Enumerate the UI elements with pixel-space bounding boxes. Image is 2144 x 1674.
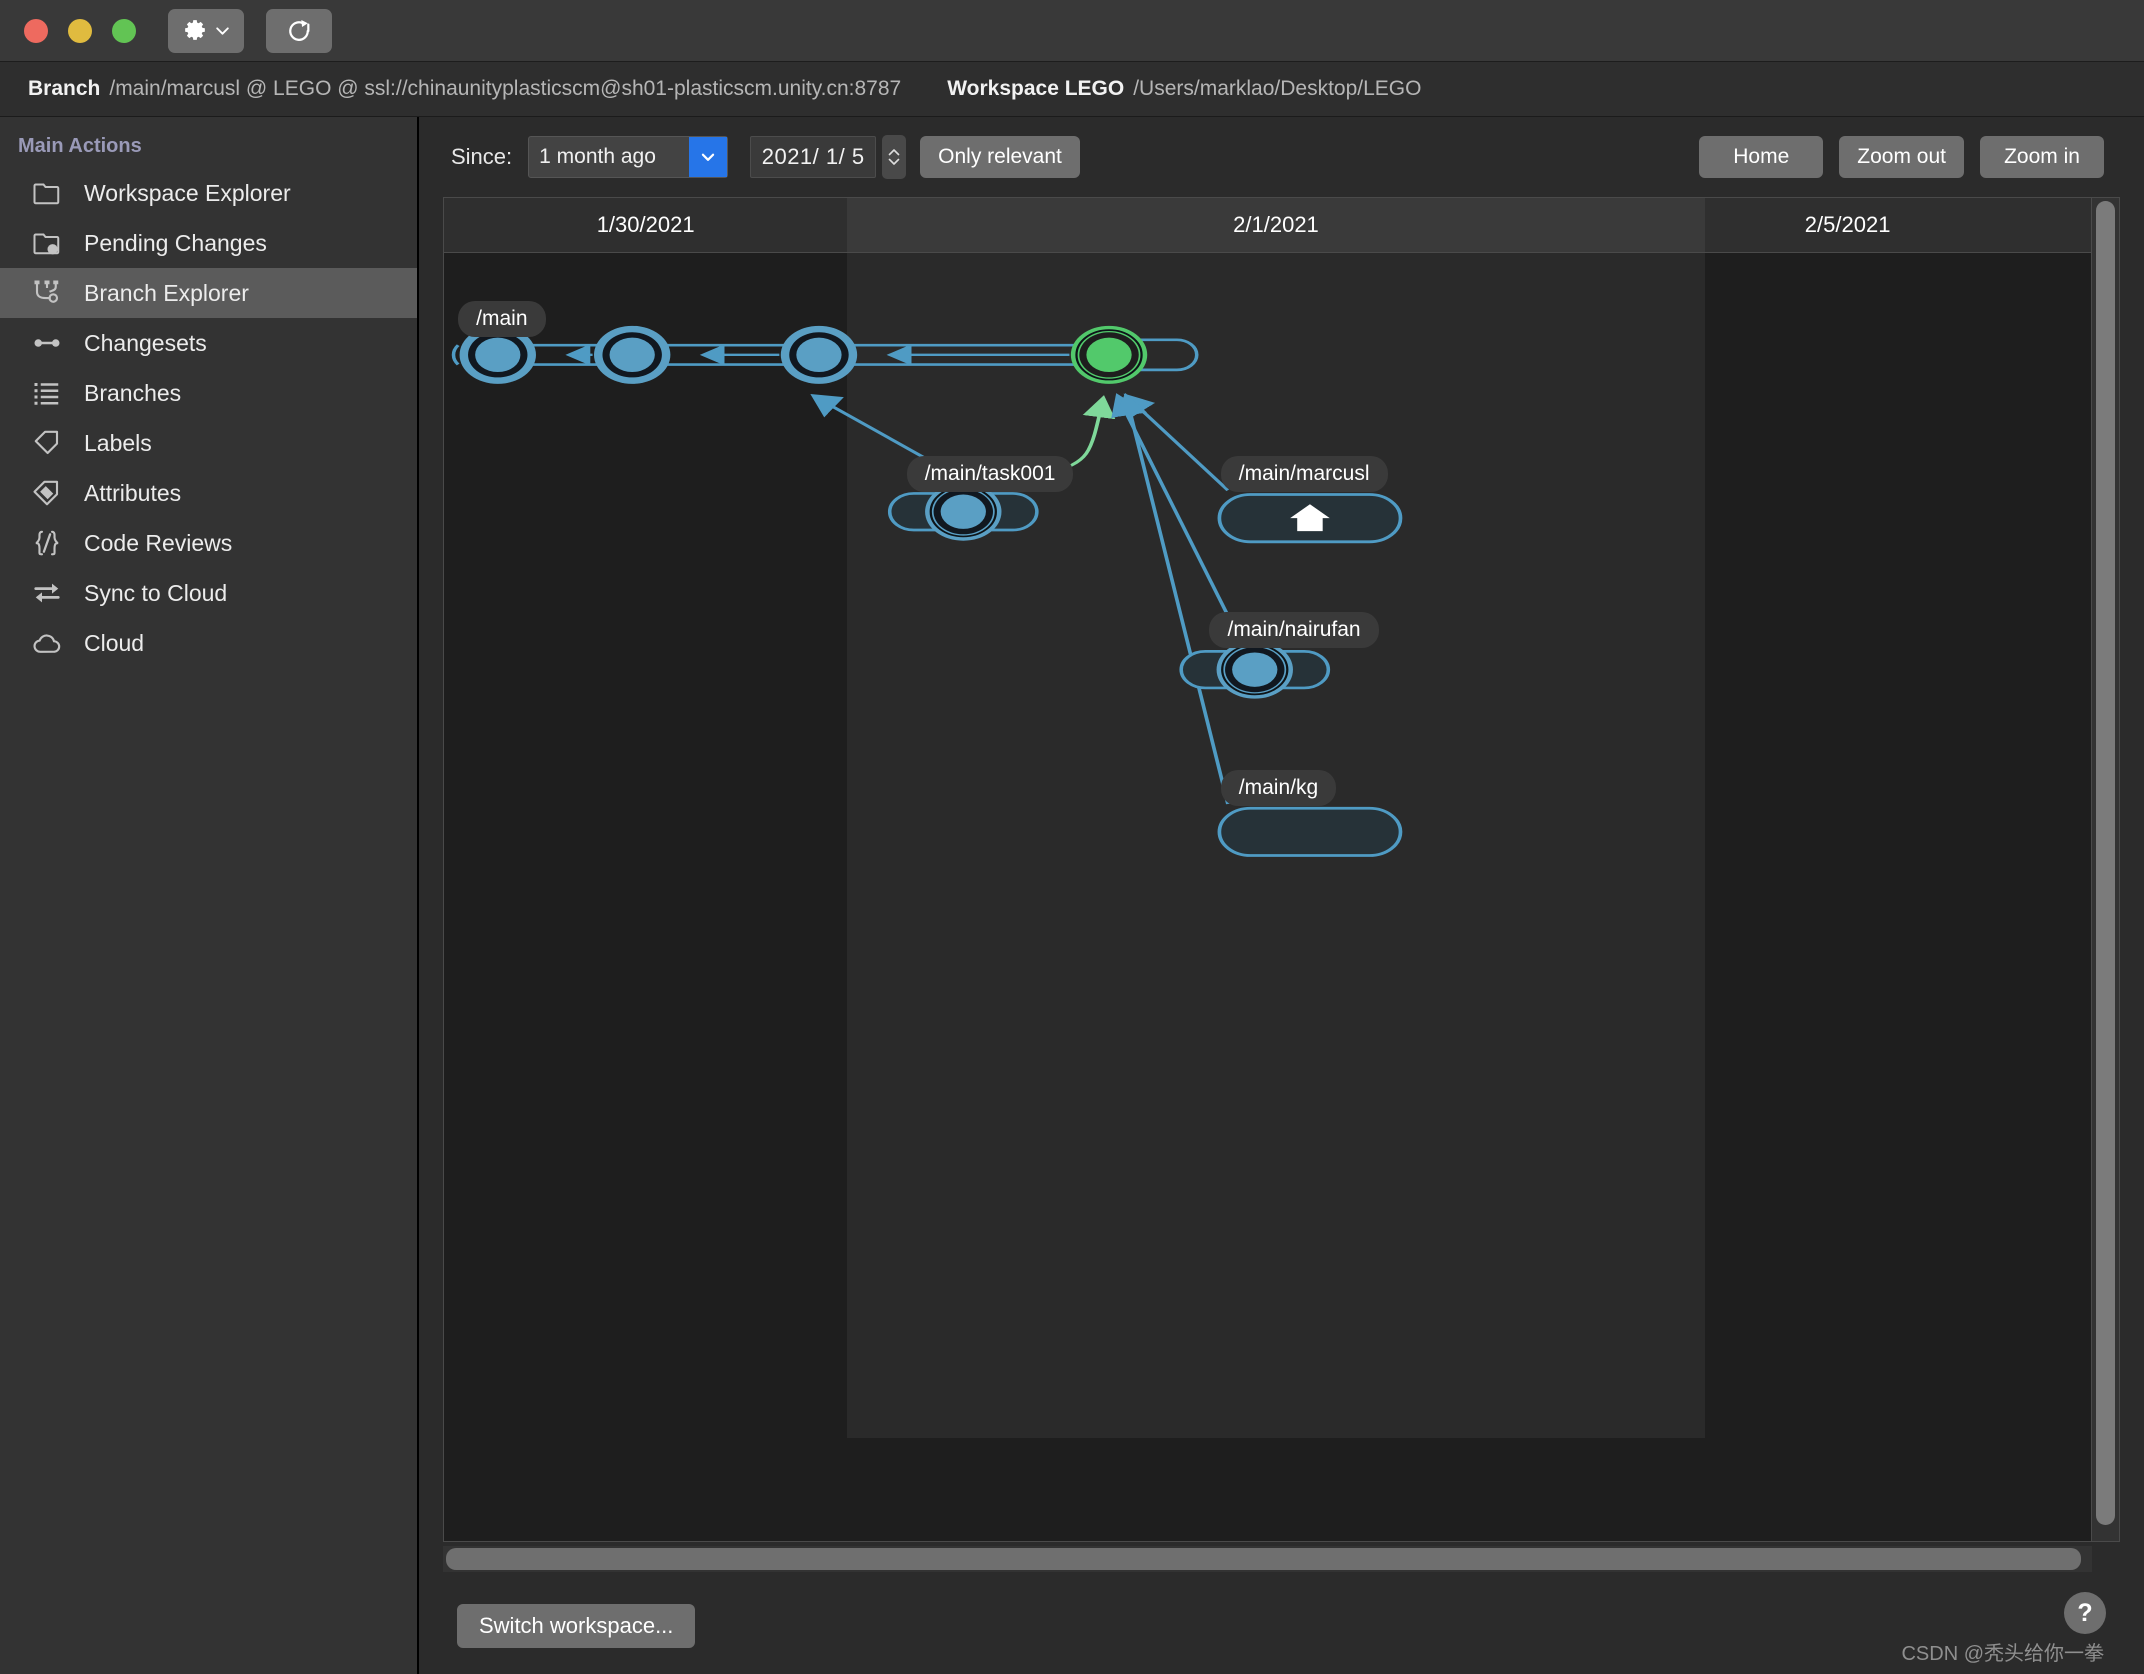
sidebar-item-label: Pending Changes [84,229,267,256]
gear-icon [184,19,205,40]
sidebar-item-sync-to-cloud[interactable]: Sync to Cloud [0,568,417,618]
branch-name-label[interactable]: /main [458,301,546,338]
home-button[interactable]: Home [1699,136,1824,178]
branch-explorer-canvas[interactable]: 1/30/2021 2/1/2021 2/5/2021 /main/main/tas… [443,197,2092,1542]
close-window-button[interactable] [24,18,48,43]
bottom-bar: Switch workspace... ? CSDN @秃头给你一拳 [443,1578,2120,1674]
date-stepper[interactable] [882,135,907,179]
breadcrumb-branch-value: /main/marcusl @ LEGO @ ssl://chinaunityp… [109,77,902,100]
sidebar-item-label: Changesets [84,329,207,356]
branch-name-label[interactable]: /main/nairufan [1209,611,1379,648]
watermark-text: CSDN @秃头给你一拳 [1901,1643,2104,1665]
breadcrumb-workspace-value: /Users/marklao/Desktop/LEGO [1133,77,1422,100]
help-button[interactable]: ? [2064,1592,2106,1634]
date-column-header: 2/1/2021 [847,198,1705,252]
since-label: Since: [451,144,513,169]
vertical-scroll-thumb[interactable] [2096,201,2115,1525]
sidebar-item-attributes[interactable]: Attributes [0,468,417,518]
list-icon [30,378,64,408]
tag-filled-icon [30,478,64,508]
sidebar-item-label: Branches [84,379,182,406]
changeset-icon [30,328,64,358]
code-braces-icon [30,528,64,558]
since-date-value: 2021/ 1/ 5 [761,144,865,169]
maximize-window-button[interactable] [112,18,136,43]
branch-name-label[interactable]: /main/kg [1220,769,1337,806]
zoom-out-button[interactable]: Zoom out [1839,136,1964,178]
cloud-icon [30,628,64,658]
graph-area: 1/30/2021 2/1/2021 2/5/2021 /main/main/tas… [443,197,2120,1578]
sidebar: Main Actions Workspace Explorer Pending C… [0,117,419,1674]
branch-tree-icon [30,278,64,308]
sidebar-item-labels[interactable]: Labels [0,418,417,468]
content-area: Since: 1 month ago 2021/ 1/ 5 Only relev… [419,117,2144,1674]
tag-icon [30,428,64,458]
minimize-window-button[interactable] [68,18,92,43]
sidebar-item-label: Labels [84,429,152,456]
date-column-header: 2/5/2021 [1804,212,1891,237]
sidebar-item-list: Workspace Explorer Pending Changes Branch … [0,168,417,668]
branch-name-label[interactable]: /main/task001 [906,455,1074,492]
sidebar-item-label: Code Reviews [84,529,233,556]
since-range-select[interactable]: 1 month ago [528,136,729,178]
settings-button[interactable] [168,8,244,53]
graph-toolbar: Since: 1 month ago 2021/ 1/ 5 Only relev… [443,117,2120,197]
sidebar-item-workspace-explorer[interactable]: Workspace Explorer [0,168,417,218]
chevron-up-icon [888,149,900,156]
sidebar-item-label: Branch Explorer [84,279,249,306]
title-bar [0,0,2144,62]
chevron-down-icon [215,27,229,35]
sync-arrows-icon [30,578,64,608]
branch-graph-svg [451,325,1403,857]
date-header: 1/30/2021 2/1/2021 2/5/2021 [444,198,2091,253]
window-controls [24,18,136,43]
zoom-in-button[interactable]: Zoom in [1980,136,2104,178]
sidebar-item-cloud[interactable]: Cloud [0,618,417,668]
refresh-button[interactable] [266,8,332,53]
chevron-down-icon [888,158,900,165]
graph-horizontal-scrollbar[interactable] [443,1546,2092,1572]
sidebar-item-branches[interactable]: Branches [0,368,417,418]
sidebar-item-label: Attributes [84,479,182,506]
refresh-icon [289,19,310,41]
sidebar-title: Main Actions [18,135,142,157]
breadcrumb: Branch /main/marcusl @ LEGO @ ssl://chin… [0,62,2144,117]
only-relevant-button[interactable]: Only relevant [920,136,1080,178]
main-body: Main Actions Workspace Explorer Pending C… [0,117,2144,1674]
folder-icon [30,178,64,208]
sidebar-item-branch-explorer[interactable]: Branch Explorer [0,268,417,318]
graph-row: 1/30/2021 2/1/2021 2/5/2021 /main/main/tas… [443,197,2120,1542]
horizontal-scroll-thumb[interactable] [446,1548,2081,1570]
app-window: Branch /main/marcusl @ LEGO @ ssl://chin… [0,0,2144,1674]
breadcrumb-workspace-label: Workspace LEGO [947,77,1125,100]
chevron-down-icon[interactable] [689,137,728,177]
switch-workspace-button[interactable]: Switch workspace... [457,1604,696,1648]
sidebar-item-changesets[interactable]: Changesets [0,318,417,368]
folder-dot-icon [30,228,64,258]
since-range-value: 1 month ago [539,145,656,168]
sidebar-item-label: Workspace Explorer [84,179,291,206]
breadcrumb-branch-label: Branch [28,77,101,100]
graph-vertical-scrollbar[interactable] [2092,197,2120,1542]
since-date-input[interactable]: 2021/ 1/ 5 [750,136,877,178]
branch-name-label[interactable]: /main/marcusl [1220,455,1388,492]
sidebar-item-label: Cloud [84,629,145,656]
date-column-header: 1/30/2021 [596,212,695,237]
sidebar-item-code-reviews[interactable]: Code Reviews [0,518,417,568]
sidebar-item-pending-changes[interactable]: Pending Changes [0,218,417,268]
sidebar-item-label: Sync to Cloud [84,579,228,606]
